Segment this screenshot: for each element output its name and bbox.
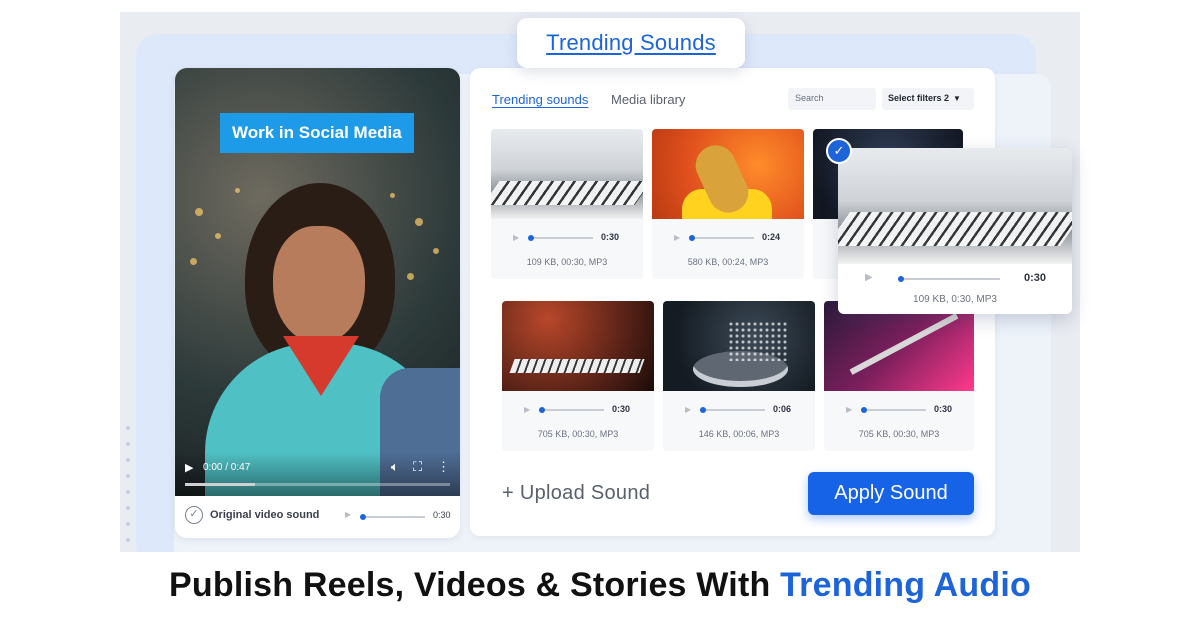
sound-scrubber[interactable] — [528, 235, 593, 241]
fullscreen-icon[interactable]: ⛶ — [413, 459, 422, 475]
sound-meta: 705 KB, 00:30, MP3 — [858, 429, 940, 439]
headline-accent: Trending Audio — [780, 566, 1031, 604]
sound-thumbnail-flute — [824, 301, 974, 391]
sound-duration: 0:30 — [934, 404, 953, 414]
selected-sound-card[interactable]: ▶ 0:30 109 KB, 0:30, MP3 — [838, 148, 1072, 314]
headline-main: Publish Reels, Videos & Stories With — [169, 566, 781, 604]
sound-thumbnail-keyboard — [502, 301, 654, 391]
selected-check-icon[interactable]: ✓ — [826, 138, 852, 164]
sound-scrubber[interactable] — [861, 407, 926, 413]
play-icon[interactable]: ▶ — [513, 233, 519, 242]
sound-scrubber[interactable] — [700, 407, 765, 413]
sound-thumbnail-saxophone — [652, 129, 804, 219]
sound-scrubber[interactable] — [689, 235, 754, 241]
sound-meta: 705 KB, 00:30, MP3 — [537, 429, 619, 439]
video-player[interactable]: Work in Social Media ▶ 0:00 / 0:47 🔈︎ ⛶ … — [175, 68, 460, 496]
original-sound-scrubber[interactable] — [360, 514, 425, 520]
original-sound-row[interactable]: ✓ Original video sound ▶ 0:30 — [175, 504, 460, 534]
sound-meta: 580 KB, 00:24, MP3 — [687, 257, 769, 267]
tab-media-library[interactable]: Media library — [611, 92, 685, 107]
sound-meta: 109 KB, 00:30, MP3 — [526, 257, 608, 267]
volume-icon[interactable]: 🔈︎ — [391, 459, 399, 475]
sound-thumbnail-piano — [491, 129, 643, 219]
check-circle-icon[interactable]: ✓ — [185, 506, 203, 524]
headline: Publish Reels, Videos & Stories With Tre… — [0, 566, 1200, 605]
more-options-icon[interactable]: ⋮ — [437, 459, 450, 475]
play-icon[interactable]: ▶ — [685, 405, 691, 414]
filters-dropdown[interactable]: Select filters 2 ▼ — [882, 88, 974, 110]
person-scarf — [283, 336, 359, 396]
play-icon[interactable]: ▶ — [865, 272, 873, 283]
search-input[interactable]: Search — [788, 88, 876, 110]
sound-duration: 0:30 — [612, 404, 631, 414]
original-sound-time: 0:30 — [433, 510, 451, 520]
play-icon[interactable]: ▶ — [524, 405, 530, 414]
apply-sound-button[interactable]: Apply Sound — [808, 472, 974, 515]
sound-thumbnail-piano — [838, 148, 1072, 264]
caret-down-icon: ▼ — [953, 94, 961, 103]
sound-card[interactable]: ▶ 0:06 146 KB, 00:06, MP3 — [663, 301, 815, 451]
play-icon[interactable]: ▶ — [846, 405, 852, 414]
sound-duration: 0:30 — [601, 232, 620, 242]
tab-trending-sounds[interactable]: Trending sounds — [492, 92, 588, 107]
sound-duration: 0:24 — [762, 232, 781, 242]
sound-meta: 109 KB, 0:30, MP3 — [913, 294, 997, 305]
sound-card[interactable]: ▶ 0:24 580 KB, 00:24, MP3 — [652, 129, 804, 279]
page-title-pill[interactable]: Trending Sounds — [517, 18, 745, 68]
play-icon[interactable]: ▶ — [674, 233, 680, 242]
page-title[interactable]: Trending Sounds — [546, 30, 716, 56]
sound-scrubber[interactable] — [898, 276, 1000, 282]
upload-sound-button[interactable]: + Upload Sound — [502, 482, 650, 505]
person-face — [273, 226, 365, 344]
video-scrubber[interactable] — [185, 483, 450, 486]
play-icon[interactable]: ▶ — [345, 510, 351, 519]
original-sound-label: Original video sound — [210, 509, 320, 521]
sound-scrubber[interactable] — [539, 407, 604, 413]
video-overlay-caption: Work in Social Media — [220, 113, 414, 153]
sound-meta: 146 KB, 00:06, MP3 — [698, 429, 780, 439]
sound-duration: 0:30 — [1024, 272, 1047, 284]
sound-duration: 0:06 — [773, 404, 792, 414]
play-icon[interactable]: ▶ — [185, 461, 193, 474]
filters-label: Select filters 2 — [888, 93, 950, 103]
video-time: 0:00 / 0:47 — [203, 462, 251, 473]
sound-card[interactable]: ▶ 0:30 705 KB, 00:30, MP3 — [824, 301, 974, 451]
sound-card[interactable]: ▶ 0:30 109 KB, 00:30, MP3 — [491, 129, 643, 279]
sound-thumbnail-drums — [663, 301, 815, 391]
video-controls: ▶ 0:00 / 0:47 🔈︎ ⛶ ⋮ — [175, 452, 460, 496]
video-preview-card: Work in Social Media ▶ 0:00 / 0:47 🔈︎ ⛶ … — [175, 68, 460, 538]
sound-card[interactable]: ▶ 0:30 705 KB, 00:30, MP3 — [502, 301, 654, 451]
